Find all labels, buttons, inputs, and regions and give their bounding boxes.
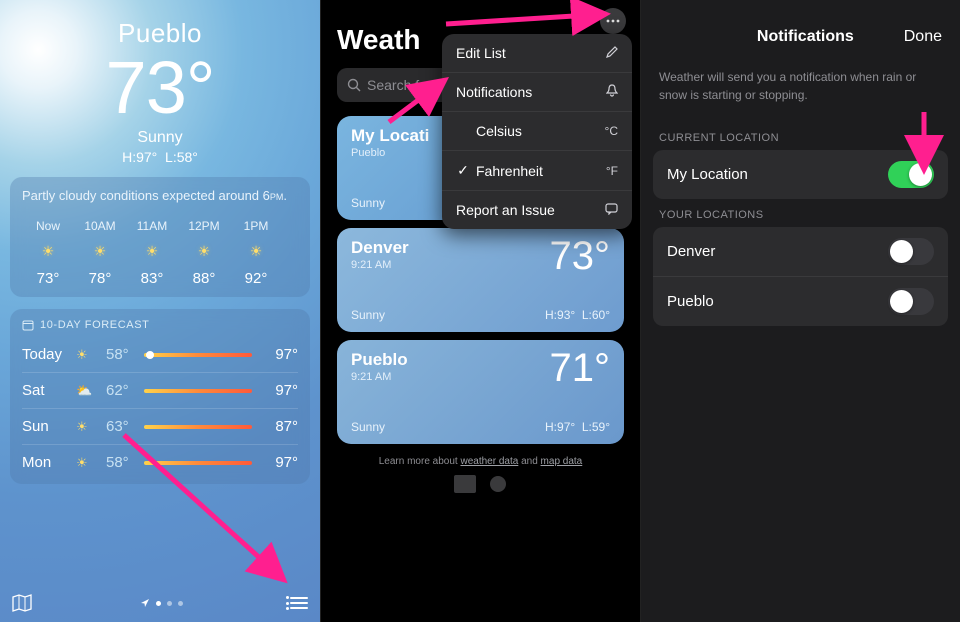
notifications-settings-screen: Notifications Done Weather will send you… — [640, 0, 960, 622]
checkmark-icon: ✓ — [456, 162, 470, 179]
sun-icon: ☀ — [282, 243, 298, 260]
sun-icon: ☀ — [74, 243, 126, 260]
day-row[interactable]: Today☀58°97° — [22, 337, 298, 372]
provider-logos — [321, 475, 640, 498]
menu-edit-list[interactable]: Edit List — [442, 34, 632, 73]
hourly-item: 12PM☀88° — [178, 219, 230, 287]
card-temp: 73° — [550, 234, 611, 279]
weather-detail-screen: Pueblo 73° Sunny H:97° L:58° Partly clou… — [0, 0, 320, 622]
hourly-forecast[interactable]: Now☀73° 10AM☀78° 11AM☀83° 12PM☀88° 1PM☀9… — [22, 219, 298, 287]
description-text: Weather will send you a notification whe… — [641, 56, 960, 122]
celsius-symbol: °C — [605, 124, 618, 138]
fahrenheit-symbol: °F — [606, 164, 618, 178]
day-row[interactable]: Sat⛅62°97° — [22, 372, 298, 408]
day-row[interactable]: Sun☀63°87° — [22, 408, 298, 444]
menu-report-issue[interactable]: Report an Issue — [442, 191, 632, 229]
card-temp: 71° — [550, 346, 611, 391]
day-row[interactable]: Mon☀58°97° — [22, 444, 298, 480]
speech-bubble-icon — [605, 203, 618, 218]
denver-toggle[interactable] — [888, 238, 934, 265]
condition-label: Sunny — [0, 129, 320, 147]
my-location-row: My Location — [653, 150, 948, 199]
location-card-denver[interactable]: Denver9:21 AM 73° SunnyH:93° L:60° — [337, 228, 624, 332]
sun-icon: ☀ — [76, 455, 106, 471]
weather-channel-icon — [454, 475, 476, 493]
location-arrow-icon — [140, 598, 150, 608]
list-button[interactable] — [290, 596, 308, 610]
menu-notifications[interactable]: Notifications — [442, 73, 632, 112]
current-temperature: 73° — [0, 51, 320, 125]
bell-icon — [606, 84, 618, 100]
hourly-item: 11AM☀83° — [126, 219, 178, 287]
hourly-item: 1PM☀92° — [230, 219, 282, 287]
my-location-label: My Location — [667, 166, 748, 183]
ten-day-header: 10-DAY FORECAST — [22, 319, 298, 331]
section-your-locations: YOUR LOCATIONS — [641, 209, 960, 221]
sun-icon: ☀ — [178, 243, 230, 260]
search-icon — [347, 78, 361, 92]
sun-icon: ☀ — [230, 243, 282, 260]
pueblo-toggle[interactable] — [888, 288, 934, 315]
options-menu: Edit List Notifications Celsius°C ✓Fahre… — [442, 34, 632, 229]
sun-icon: ☀ — [76, 347, 106, 363]
pencil-icon — [606, 46, 618, 61]
high-temp: H:97° — [122, 149, 157, 165]
card-condition: Sunny — [351, 196, 385, 210]
weather-data-link[interactable]: weather data — [460, 456, 518, 467]
card-condition: Sunny — [351, 420, 385, 434]
bottom-toolbar — [0, 584, 320, 622]
ellipsis-icon — [606, 19, 620, 23]
hourly-item: 2P☀94 — [282, 219, 298, 287]
my-location-toggle[interactable] — [888, 161, 934, 188]
sun-icon: ☀ — [126, 243, 178, 260]
forecast-message-card: Partly cloudy conditions expected around… — [10, 177, 310, 297]
card-condition: Sunny — [351, 308, 385, 322]
map-icon[interactable] — [12, 594, 32, 612]
location-denver-row: Denver — [653, 227, 948, 277]
provider-icon — [489, 475, 507, 493]
section-current-location: CURRENT LOCATION — [641, 132, 960, 144]
location-name: Pueblo — [0, 0, 320, 49]
temp-range-bar — [144, 425, 252, 429]
forecast-message: Partly cloudy conditions expected around… — [22, 187, 298, 205]
sun-icon: ☀ — [76, 419, 106, 435]
header: Notifications Done — [641, 0, 960, 56]
sun-icon: ☀ — [22, 243, 74, 260]
map-data-link[interactable]: map data — [541, 456, 583, 467]
menu-celsius[interactable]: Celsius°C — [442, 112, 632, 151]
location-pueblo-row: Pueblo — [653, 277, 948, 326]
done-button[interactable]: Done — [904, 28, 942, 46]
page-indicator[interactable] — [140, 598, 183, 608]
your-locations-group: Denver Pueblo — [653, 227, 948, 326]
ten-day-card: 10-DAY FORECAST Today☀58°97° Sat⛅62°97° … — [10, 309, 310, 484]
weather-list-screen: Weath Search for a My LocatiPueblo Sunny… — [320, 0, 640, 622]
hourly-item: Now☀73° — [22, 219, 74, 287]
location-label: Pueblo — [667, 293, 714, 310]
search-placeholder: Search for a — [367, 77, 443, 93]
partly-cloudy-icon: ⛅ — [76, 383, 106, 399]
menu-fahrenheit[interactable]: ✓Fahrenheit°F — [442, 151, 632, 191]
temp-range-bar — [144, 353, 252, 357]
calendar-icon — [22, 319, 34, 331]
more-options-button[interactable] — [600, 8, 626, 34]
location-card-pueblo[interactable]: Pueblo9:21 AM 71° SunnyH:97° L:59° — [337, 340, 624, 444]
page-title: Notifications — [757, 28, 854, 46]
low-temp: L:58° — [165, 149, 198, 165]
temp-range-bar — [144, 389, 252, 393]
temp-range-bar — [144, 461, 252, 465]
location-label: Denver — [667, 243, 715, 260]
learn-more-text: Learn more about weather data and map da… — [321, 456, 640, 467]
hourly-item: 10AM☀78° — [74, 219, 126, 287]
high-low: H:97° L:58° — [0, 149, 320, 165]
